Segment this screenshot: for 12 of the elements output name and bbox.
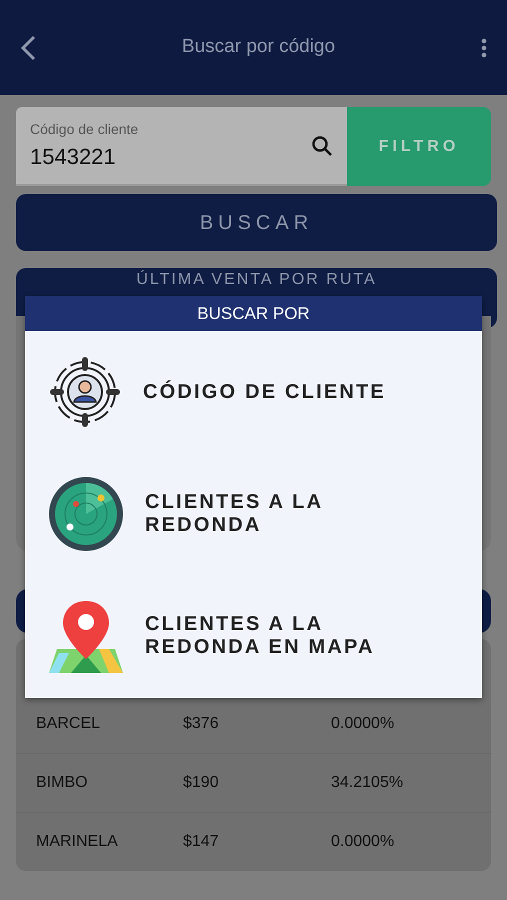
table-cell-text: 0.0000%: [331, 714, 396, 734]
table-cell-text: $190: [183, 773, 220, 793]
table-cell-text: BIMBO: [36, 773, 89, 793]
table-cell-text: MARINELA: [36, 832, 119, 852]
table-cell-text: $147: [183, 832, 220, 852]
table-cell-text: 0.0000%: [331, 832, 396, 852]
table-cell-text: BARCEL: [36, 714, 102, 734]
dialog-title: BUSCAR POR: [25, 296, 482, 331]
field-label: Código de cliente: [30, 120, 140, 139]
table-cell-text: 34.2105%: [331, 773, 404, 793]
table-cell-text: $376: [183, 714, 220, 734]
screen-title: Buscar por código: [180, 35, 336, 60]
